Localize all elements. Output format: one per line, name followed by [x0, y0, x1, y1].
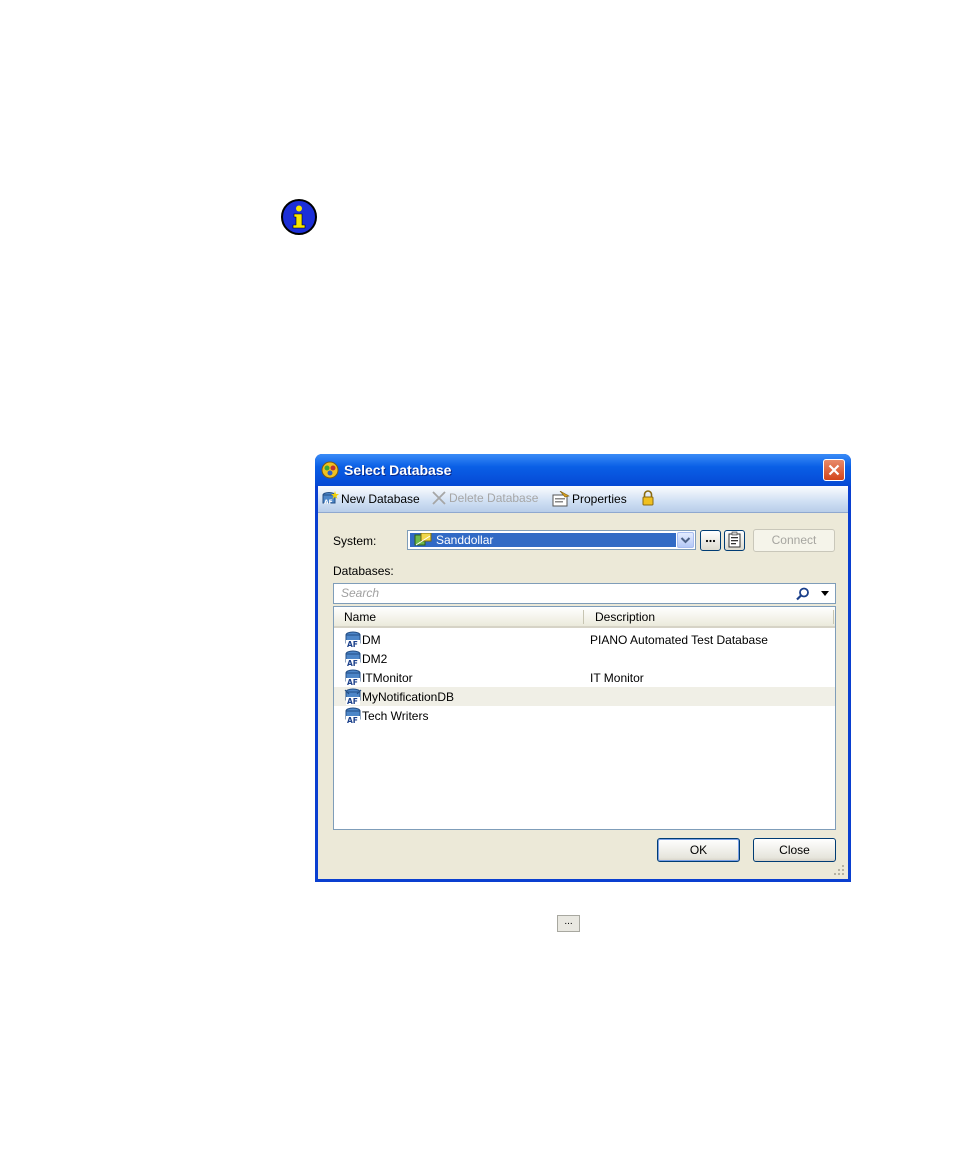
list-item[interactable]: AF DM2	[334, 649, 835, 668]
properties-button[interactable]: Properties	[552, 491, 627, 507]
af-database-icon: AF	[345, 707, 361, 724]
list-item[interactable]: AF ITMonitor IT Monitor	[334, 668, 835, 687]
database-description: IT Monitor	[590, 671, 644, 685]
column-divider[interactable]	[833, 610, 834, 624]
database-description: PIANO Automated Test Database	[590, 633, 768, 647]
ellipsis-icon	[705, 539, 716, 543]
svg-text:AF: AF	[347, 716, 358, 724]
server-system-icon	[414, 533, 432, 546]
system-selection: Sanddollar	[410, 533, 676, 547]
connect-button[interactable]: Connect	[753, 529, 835, 552]
column-header-name[interactable]: Name	[344, 610, 376, 624]
list-item[interactable]: AF MyNotificationDB	[334, 687, 835, 706]
security-button[interactable]	[641, 490, 657, 506]
new-database-button[interactable]: AF New Database	[321, 491, 420, 507]
svg-text:AF: AF	[324, 499, 333, 506]
new-database-icon: AF	[322, 491, 339, 506]
inline-ellipsis-button: ...	[557, 915, 580, 932]
system-combobox[interactable]: Sanddollar	[407, 530, 696, 550]
svg-text:AF: AF	[347, 697, 358, 705]
af-app-icon	[321, 461, 339, 479]
column-divider[interactable]	[583, 610, 584, 624]
database-name: ITMonitor	[362, 671, 413, 685]
close-window-button[interactable]	[823, 459, 845, 481]
list-item[interactable]: AF Tech Writers	[334, 706, 835, 725]
system-label: System:	[333, 534, 377, 548]
delete-database-label: Delete Database	[449, 491, 539, 505]
browse-systems-button[interactable]	[700, 530, 721, 551]
svg-text:AF: AF	[347, 659, 358, 667]
properties-label: Properties	[572, 492, 627, 506]
ok-button[interactable]: OK	[657, 838, 740, 862]
database-name: DM	[362, 633, 381, 647]
lock-icon	[642, 490, 654, 506]
svg-text:AF: AF	[347, 678, 358, 686]
delete-database-button[interactable]: Delete Database	[431, 491, 538, 505]
search-icon[interactable]	[796, 587, 810, 601]
af-database-icon: AF	[345, 650, 361, 667]
search-options-dropdown[interactable]	[821, 591, 829, 596]
database-name: DM2	[362, 652, 388, 666]
databases-label: Databases:	[333, 564, 394, 578]
properties-icon	[552, 491, 570, 507]
database-name: MyNotificationDB	[362, 690, 455, 704]
dialog-client-area: AF New Database Delete Database Properti…	[318, 486, 848, 879]
info-icon	[281, 199, 317, 235]
database-name: Tech Writers	[362, 709, 429, 723]
new-database-label: New Database	[341, 492, 420, 506]
databases-list[interactable]: Name Description AF DM PIANO Automated T…	[333, 606, 836, 830]
af-notification-database-icon: AF	[344, 688, 362, 705]
column-header-description[interactable]: Description	[595, 610, 655, 624]
toolbar: AF New Database Delete Database Properti…	[318, 486, 848, 513]
dialog-title: Select Database	[344, 462, 452, 478]
system-dropdown-button[interactable]	[677, 532, 694, 548]
title-bar[interactable]: Select Database	[315, 454, 851, 486]
properties-sheet-icon	[728, 531, 741, 548]
list-item[interactable]: AF DM PIANO Automated Test Database	[334, 630, 835, 649]
delete-icon	[432, 491, 446, 505]
search-placeholder: Search	[341, 586, 380, 600]
system-properties-button[interactable]	[724, 530, 745, 551]
close-button[interactable]: Close	[753, 838, 836, 862]
af-database-icon: AF	[345, 669, 361, 686]
af-database-icon: AF	[345, 631, 361, 648]
close-icon	[828, 464, 840, 476]
resize-grip-icon[interactable]	[833, 864, 845, 876]
system-value: Sanddollar	[436, 533, 494, 547]
select-database-dialog: Select Database AF New Database Delete D…	[315, 454, 851, 882]
svg-text:AF: AF	[347, 640, 358, 648]
list-header: Name Description	[334, 607, 835, 628]
chevron-down-icon	[680, 537, 691, 544]
search-input[interactable]: Search	[333, 583, 836, 604]
